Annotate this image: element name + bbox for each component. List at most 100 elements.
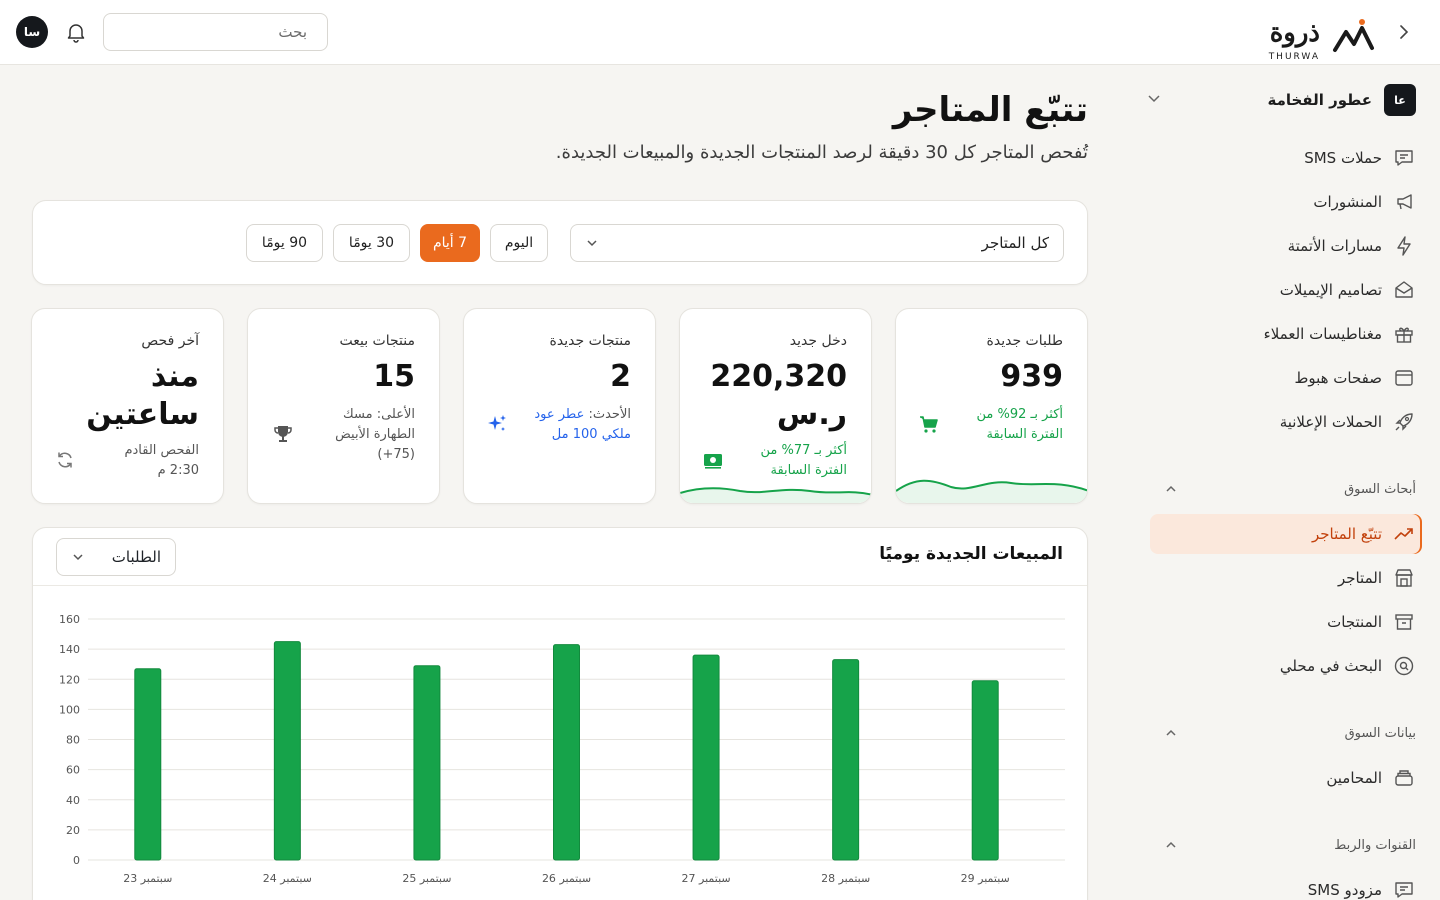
search-input[interactable] (113, 23, 307, 41)
sidebar-item-lead-magnets[interactable]: مغناطيسات العملاء (1166, 317, 1416, 351)
stat-note-line: الطهارة الأبيض (335, 427, 415, 442)
sidebar-item-label: المتاجر (1337, 569, 1382, 587)
bar[interactable] (273, 641, 301, 861)
bar[interactable] (832, 659, 860, 861)
y-tick-label: 140 (59, 643, 80, 656)
store-filter-select[interactable]: كل المتاجر (570, 224, 1064, 262)
megaphone-icon (1392, 190, 1416, 214)
bell-icon (67, 24, 85, 43)
sidebar-item-ad-campaigns[interactable]: الحملات الإعلانية (1166, 405, 1416, 439)
notifications-button[interactable] (64, 20, 88, 44)
bar[interactable] (413, 665, 441, 861)
sidebar-item-sms-providers[interactable]: مزودو SMS (1166, 873, 1416, 900)
archive-icon (1392, 610, 1416, 634)
trend-icon (1392, 522, 1416, 546)
brand-mark-icon (1333, 19, 1374, 52)
x-tick-label: 24 سبتمبر (263, 872, 312, 885)
stat-card-new-orders: طلبات جديدة 939 أكثر بـ 92% من الفترة ال… (895, 308, 1088, 504)
range-today-button[interactable]: اليوم (490, 224, 548, 262)
y-tick-label: 20 (66, 824, 80, 837)
stat-value: منذ (150, 359, 199, 394)
section-title: بيانات السوق (1344, 725, 1416, 741)
chevron-down-icon (73, 554, 83, 561)
y-tick-label: 40 (66, 794, 80, 807)
browser-icon (1392, 366, 1416, 390)
y-tick-label: 120 (59, 673, 80, 686)
chart-metric-value: الطلبات (111, 548, 161, 566)
bar[interactable] (134, 668, 162, 861)
sidebar-item-label: مسارات الأتمتة (1287, 237, 1382, 255)
chevron-down-icon (1148, 95, 1160, 103)
sidebar-item-automation[interactable]: مسارات الأتمتة (1166, 229, 1416, 263)
sidebar-item-lawyers[interactable]: المحامين (1166, 761, 1416, 795)
sidebar-item-landing-pages[interactable]: صفحات هبوط (1166, 361, 1416, 395)
sidebar-item-label: المنتجات (1327, 613, 1382, 631)
chevron-up-icon (1166, 485, 1176, 492)
user-avatar[interactable]: سا (16, 16, 48, 48)
section-title: القنوات والربط (1334, 837, 1416, 853)
cash-icon (702, 449, 724, 471)
section-channels[interactable]: القنوات والربط (1164, 833, 1416, 857)
stat-note-line: الأعلى: مسك (343, 407, 415, 422)
sidebar-item-email-designs[interactable]: تصاميم الإيميلات (1166, 273, 1416, 307)
bar[interactable] (692, 654, 720, 861)
brand-latin: THURWA (1268, 52, 1320, 62)
latest-product-link[interactable]: عطر عود (534, 407, 588, 422)
search-box[interactable] (103, 13, 328, 51)
section-market-research[interactable]: أبحاث السوق (1164, 477, 1416, 501)
stack-icon (1392, 766, 1416, 790)
stat-note-line: الفترة السابقة (770, 463, 847, 478)
trend-sparkline (896, 479, 1087, 503)
trend-sparkline (680, 487, 871, 503)
store-name: عطور الفخامة (1267, 91, 1372, 109)
sidebar-item-label: الحملات الإعلانية (1279, 413, 1382, 431)
sidebar-item-local-search[interactable]: البحث في محلي (1166, 649, 1416, 683)
sidebar-item-label: مغناطيسات العملاء (1263, 325, 1382, 343)
stat-note-line: (75+) (377, 447, 415, 462)
section-market-data[interactable]: بيانات السوق (1164, 721, 1416, 745)
sidebar-item-label: مزودو SMS (1307, 881, 1382, 899)
range-90-days-button[interactable]: 90 يومًا (246, 224, 323, 262)
stat-note-line: الفترة السابقة (986, 427, 1063, 442)
range-30-days-button[interactable]: 30 يومًا (333, 224, 410, 262)
sparkles-icon (486, 413, 508, 435)
store-switcher[interactable]: عا عطور الفخامة (1146, 84, 1416, 116)
stat-value-amount: 220,320 (710, 359, 847, 394)
page-subtitle: تُفحص المتاجر كل 30 دقيقة لرصد المنتجات … (555, 142, 1088, 163)
stat-label: منتجات بيعت (339, 333, 415, 349)
sidebar-item-sms-campaigns[interactable]: حملات SMS (1166, 141, 1416, 175)
latest-product-link[interactable]: ملكي 100 مل (552, 425, 631, 445)
sidebar-item-store-tracking[interactable]: تتبّع المتاجر (1150, 514, 1422, 554)
trophy-icon (272, 423, 294, 445)
sidebar-item-label: المحامين (1326, 769, 1382, 787)
filters-card: كل المتاجر اليوم 7 أيام 30 يومًا 90 يومً… (32, 200, 1088, 285)
chart-metric-select[interactable]: الطلبات (56, 538, 176, 576)
page-title: تتبّع المتاجر (892, 90, 1088, 130)
y-tick-label: 80 (66, 734, 80, 747)
y-tick-label: 160 (59, 613, 80, 626)
sidebar-item-label: صفحات هبوط (1294, 369, 1382, 387)
range-7-days-button[interactable]: 7 أيام (420, 224, 480, 262)
brand-logo[interactable]: ذروة THURWA (1258, 14, 1378, 62)
sidebar-item-stores[interactable]: المتاجر (1166, 561, 1416, 595)
sidebar-item-posts[interactable]: المنشورات (1166, 185, 1416, 219)
bar[interactable] (971, 680, 999, 861)
store-filter-value: كل المتاجر (981, 234, 1049, 252)
stat-label: طلبات جديدة (986, 333, 1063, 349)
sidebar-item-label: البحث في محلي (1279, 657, 1382, 675)
chevron-up-icon (1166, 841, 1176, 848)
x-tick-label: 27 سبتمبر (682, 872, 731, 885)
stat-card-sold-products: منتجات بيعت 15 الأعلى: مسك الطهارة الأبي… (247, 308, 440, 504)
store-icon (1392, 566, 1416, 590)
stat-value-currency: ر.س (776, 397, 847, 432)
daily-sales-bar-chart: 0 20 40 60 80 100 120 140 160 23 سبتمبر 24 سبتمبر 2… (59, 613, 1065, 885)
bar[interactable] (553, 644, 580, 861)
stat-note-line: أكثر بـ 77% من (760, 443, 848, 458)
stat-label: آخر فحص (141, 333, 199, 349)
y-tick-label: 100 (59, 703, 80, 716)
collapse-sidebar-button[interactable] (1392, 20, 1416, 44)
stat-card-new-income: دخل جديد 220,320 ر.س أكثر بـ 77% من الفت… (679, 308, 872, 504)
sidebar-item-products[interactable]: المنتجات (1166, 605, 1416, 639)
store-badge: عا (1384, 84, 1416, 116)
refresh-icon[interactable] (54, 449, 76, 471)
